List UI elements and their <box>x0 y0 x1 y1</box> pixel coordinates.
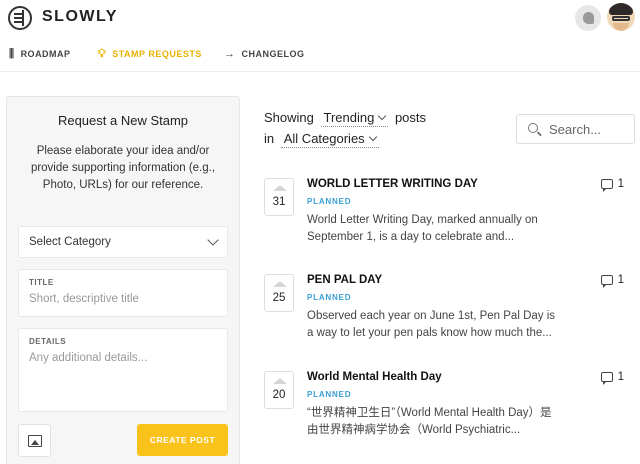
nav-item-roadmap[interactable]: ⫼ ROADMAP <box>9 44 71 64</box>
nav-item-label: CHANGELOG <box>241 49 305 59</box>
vote-count: 20 <box>272 389 286 401</box>
nav-item-label: ROADMAP <box>20 49 71 59</box>
upvote-arrow-icon <box>273 185 287 191</box>
post-item[interactable]: 31 WORLD LETTER WRITING DAY PLANNED Worl… <box>264 178 634 258</box>
title-placeholder: Short, descriptive title <box>29 293 139 305</box>
status-badge: PLANNED <box>307 197 352 206</box>
upvote-button[interactable]: 25 <box>264 274 294 312</box>
post-excerpt: World Letter Writing Day, marked annuall… <box>307 212 587 246</box>
nav-divider <box>0 71 640 72</box>
nav-item-stamp-requests[interactable]: 💡︎ STAMP REQUESTS <box>98 44 202 64</box>
search-input[interactable]: Search... <box>516 114 635 144</box>
status-badge: PLANNED <box>307 390 352 399</box>
roadmap-icon: ⫼ <box>9 47 15 60</box>
search-placeholder: Search... <box>549 122 602 137</box>
comment-count-value: 1 <box>617 371 624 383</box>
comment-count[interactable]: 1 <box>600 371 624 385</box>
image-icon <box>28 435 42 447</box>
comment-count[interactable]: 1 <box>600 178 624 192</box>
brand-name[interactable]: SLOWLY <box>42 8 118 26</box>
comment-icon <box>600 179 613 192</box>
slowly-logo-icon[interactable] <box>8 6 32 30</box>
post-excerpt-line: a way to let your pen pals know how much… <box>307 327 552 339</box>
details-field[interactable]: DETAILS Any additional details... <box>18 328 228 412</box>
post-excerpt-line: 由世界精神病学协会（World Psychiatric... <box>307 424 521 436</box>
showing-text: Showing <box>264 110 314 125</box>
sort-dropdown[interactable]: Trending <box>320 110 389 127</box>
lightbulb-icon: 💡︎ <box>98 47 107 60</box>
upvote-arrow-icon <box>273 281 287 287</box>
filter-line-2: in All Categories <box>264 131 382 148</box>
category-select[interactable]: Select Category <box>18 226 228 258</box>
post-excerpt: “世界精神卫生日”（World Mental Health Day）是 由世界精… <box>307 405 587 439</box>
post-excerpt-line: “世界精神卫生日”（World Mental Health Day）是 <box>307 407 552 419</box>
search-icon <box>528 123 538 133</box>
posts-text: posts <box>394 110 427 125</box>
nav-bar: ⫼ ROADMAP 💡︎ STAMP REQUESTS → CHANGELOG <box>0 44 640 64</box>
user-avatar[interactable] <box>607 3 635 31</box>
post-excerpt-line: Observed each year on June 1st, Pen Pal … <box>307 310 556 322</box>
post-title[interactable]: World Mental Health Day <box>307 371 442 383</box>
form-description: Please elaborate your idea and/or provid… <box>30 145 216 191</box>
category-dropdown[interactable]: All Categories <box>280 131 379 148</box>
sort-value: Trending <box>323 110 375 125</box>
post-title[interactable]: PEN PAL DAY <box>307 274 382 286</box>
nav-item-label: STAMP REQUESTS <box>112 49 202 59</box>
top-bar: SLOWLY <box>0 0 640 36</box>
post-title[interactable]: WORLD LETTER WRITING DAY <box>307 178 478 190</box>
post-excerpt: Observed each year on June 1st, Pen Pal … <box>307 308 587 342</box>
details-label: DETAILS <box>29 337 67 346</box>
post-excerpt-line: World Letter Writing Day, marked annuall… <box>307 214 538 226</box>
chat-icon[interactable] <box>575 5 601 31</box>
comment-count-value: 1 <box>617 178 624 190</box>
post-excerpt-line: September 1, is a day to celebrate and..… <box>307 231 515 243</box>
arrow-right-icon: → <box>224 47 236 60</box>
chevron-down-icon <box>378 111 387 121</box>
comment-icon <box>600 275 613 288</box>
upvote-arrow-icon <box>273 378 287 384</box>
category-value: All Categories <box>283 131 365 146</box>
chevron-down-icon <box>368 132 377 142</box>
comment-count[interactable]: 1 <box>600 274 624 288</box>
create-post-button[interactable]: CREATE POST <box>137 424 228 456</box>
post-item[interactable]: 25 PEN PAL DAY PLANNED Observed each yea… <box>264 274 634 354</box>
post-item[interactable]: 20 World Mental Health Day PLANNED “世界精神… <box>264 371 634 451</box>
vote-count: 31 <box>272 196 286 208</box>
status-badge: PLANNED <box>307 293 352 302</box>
upvote-button[interactable]: 31 <box>264 178 294 216</box>
chevron-down-icon <box>207 234 219 246</box>
category-select-value: Select Category <box>29 236 111 248</box>
vote-count: 25 <box>272 292 286 304</box>
details-placeholder: Any additional details... <box>29 352 148 364</box>
nav-item-changelog[interactable]: → CHANGELOG <box>224 44 305 64</box>
form-title: Request a New Stamp <box>57 113 189 128</box>
title-label: TITLE <box>29 278 54 287</box>
comment-count-value: 1 <box>617 274 624 286</box>
filter-line-1: Showing Trending posts <box>264 110 426 127</box>
new-stamp-form: Request a New Stamp Please elaborate you… <box>6 96 240 464</box>
in-text: in <box>264 131 275 146</box>
upvote-button[interactable]: 20 <box>264 371 294 409</box>
comment-icon <box>600 372 613 385</box>
attach-image-button[interactable] <box>18 424 51 457</box>
title-field[interactable]: TITLE Short, descriptive title <box>18 269 228 317</box>
